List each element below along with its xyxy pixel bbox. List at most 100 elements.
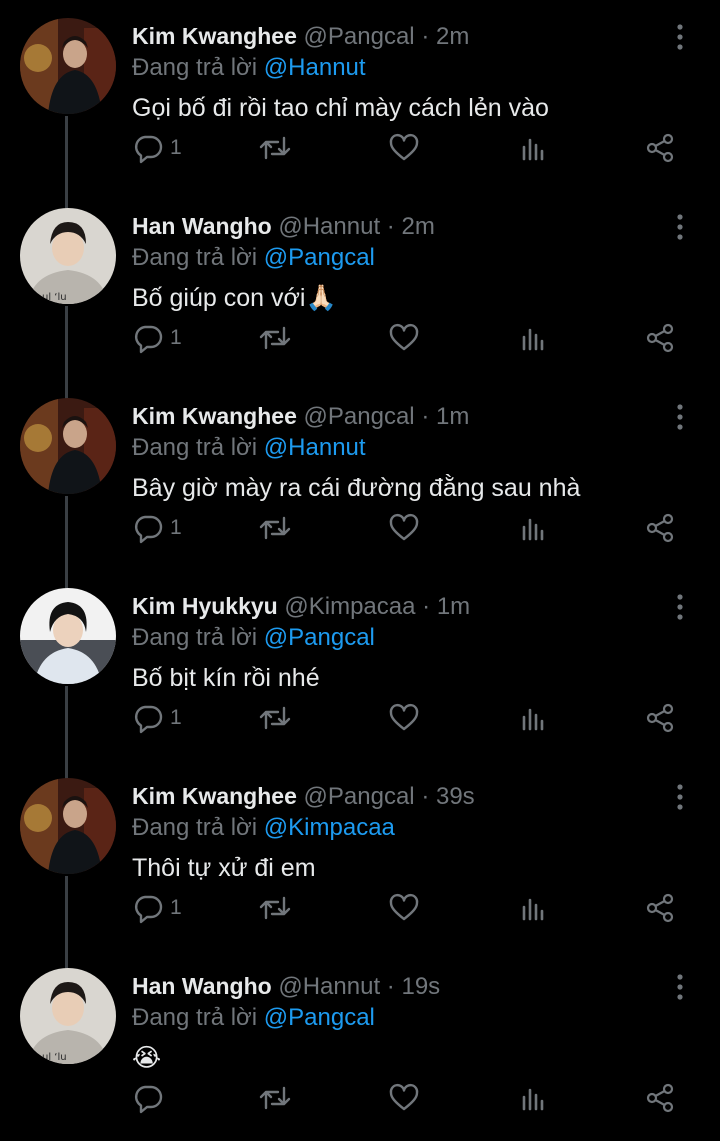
tweet-text: 😭 [132,1044,162,1072]
share-icon [644,892,676,924]
tweet-text: Bây giờ mày ra cái đường đằng sau nhà [132,474,581,502]
tweet-item[interactable]: Kim Kwanghee @Pangcal · 2m Đang trả lời … [0,0,720,190]
more-icon[interactable] [670,402,690,432]
like-button[interactable] [388,698,420,738]
avatar[interactable] [20,18,116,114]
user-handle[interactable]: @Pangcal [304,23,415,50]
reply-button[interactable]: 1 [132,698,182,738]
stats-button[interactable] [518,888,548,928]
tweet-item[interactable]: ul ‘lu Han Wangho @Hannut · 2m Đang trả … [0,190,720,380]
share-button[interactable] [644,888,676,928]
reply-button[interactable]: 1 [132,508,182,548]
display-name[interactable]: Kim Kwanghee [132,403,297,429]
retweet-button[interactable] [258,318,292,358]
tweet-header: Kim Kwanghee @Pangcal · 2m [132,20,469,52]
timestamp[interactable]: 39s [436,783,475,810]
heart-icon [388,512,420,544]
share-icon [644,702,676,734]
timestamp[interactable]: 1m [436,403,469,430]
display-name[interactable]: Kim Kwanghee [132,23,297,49]
share-button[interactable] [644,128,676,168]
retweet-button[interactable] [258,508,292,548]
heart-icon [388,702,420,734]
tweet-item[interactable]: ul ‘lu Han Wangho @Hannut · 19s Đang trả… [0,950,720,1140]
reply-icon [132,892,164,924]
retweet-button[interactable] [258,128,292,168]
stats-button[interactable] [518,508,548,548]
mention-link[interactable]: @Hannut [264,434,366,461]
like-button[interactable] [388,318,420,358]
user-handle[interactable]: @Pangcal [304,783,415,810]
retweet-icon [258,1082,292,1114]
user-handle[interactable]: @Kimpacaa [284,593,415,620]
reply-button[interactable]: 1 [132,128,182,168]
avatar[interactable] [20,588,116,684]
like-button[interactable] [388,128,420,168]
tweet-item[interactable]: Kim Hyukkyu @Kimpacaa · 1m Đang trả lời … [0,570,720,760]
like-button[interactable] [388,888,420,928]
tweet-text: Bố bịt kín rồi nhé [132,664,320,692]
tweet-header: Han Wangho @Hannut · 19s [132,970,440,1002]
mention-link[interactable]: @Pangcal [264,1004,375,1031]
separator-dot: · [421,403,430,430]
replying-to: Đang trả lời @Pangcal [132,1002,375,1034]
share-icon [644,132,676,164]
avatar[interactable] [20,778,116,874]
mention-link[interactable]: @Hannut [264,54,366,81]
user-handle[interactable]: @Hannut [278,213,380,240]
avatar[interactable]: ul ‘lu [20,208,116,304]
tweet-header: Han Wangho @Hannut · 2m [132,210,435,242]
stats-button[interactable] [518,318,548,358]
timestamp[interactable]: 19s [401,973,440,1000]
more-icon[interactable] [670,592,690,622]
stats-button[interactable] [518,128,548,168]
reply-icon [132,512,164,544]
mention-link[interactable]: @Pangcal [264,244,375,271]
avatar[interactable]: ul ‘lu [20,968,116,1064]
tweet-actions: 1 [132,128,692,168]
mention-link[interactable]: @Pangcal [264,624,375,651]
timestamp[interactable]: 2m [436,23,469,50]
retweet-button[interactable] [258,1078,292,1118]
stats-icon [518,512,548,544]
share-button[interactable] [644,318,676,358]
more-icon[interactable] [670,22,690,52]
reply-count: 1 [170,136,182,159]
reply-button[interactable]: 1 [132,888,182,928]
more-icon[interactable] [670,782,690,812]
retweet-button[interactable] [258,698,292,738]
heart-icon [388,892,420,924]
share-button[interactable] [644,698,676,738]
stats-icon [518,1082,548,1114]
tweet-item[interactable]: Kim Kwanghee @Pangcal · 1m Đang trả lời … [0,380,720,570]
replying-to-label: Đang trả lời [132,54,258,81]
user-handle[interactable]: @Hannut [278,973,380,1000]
display-name[interactable]: Han Wangho [132,213,272,239]
user-handle[interactable]: @Pangcal [304,403,415,430]
like-button[interactable] [388,508,420,548]
display-name[interactable]: Kim Kwanghee [132,783,297,809]
display-name[interactable]: Kim Hyukkyu [132,593,278,619]
reply-button[interactable] [132,1078,170,1118]
stats-button[interactable] [518,698,548,738]
share-button[interactable] [644,508,676,548]
heart-icon [388,132,420,164]
timestamp[interactable]: 2m [401,213,434,240]
tweet-item[interactable]: Kim Kwanghee @Pangcal · 39s Đang trả lời… [0,760,720,950]
display-name[interactable]: Han Wangho [132,973,272,999]
more-icon[interactable] [670,212,690,242]
stats-icon [518,132,548,164]
more-icon[interactable] [670,972,690,1002]
reply-count: 1 [170,706,182,729]
replying-to: Đang trả lời @Kimpacaa [132,812,395,844]
reply-button[interactable]: 1 [132,318,182,358]
timestamp[interactable]: 1m [437,593,470,620]
avatar[interactable] [20,398,116,494]
tweet-actions: 1 [132,318,692,358]
retweet-button[interactable] [258,888,292,928]
share-button[interactable] [644,1078,676,1118]
reply-icon [132,322,164,354]
like-button[interactable] [388,1078,420,1118]
mention-link[interactable]: @Kimpacaa [264,814,395,841]
stats-button[interactable] [518,1078,548,1118]
